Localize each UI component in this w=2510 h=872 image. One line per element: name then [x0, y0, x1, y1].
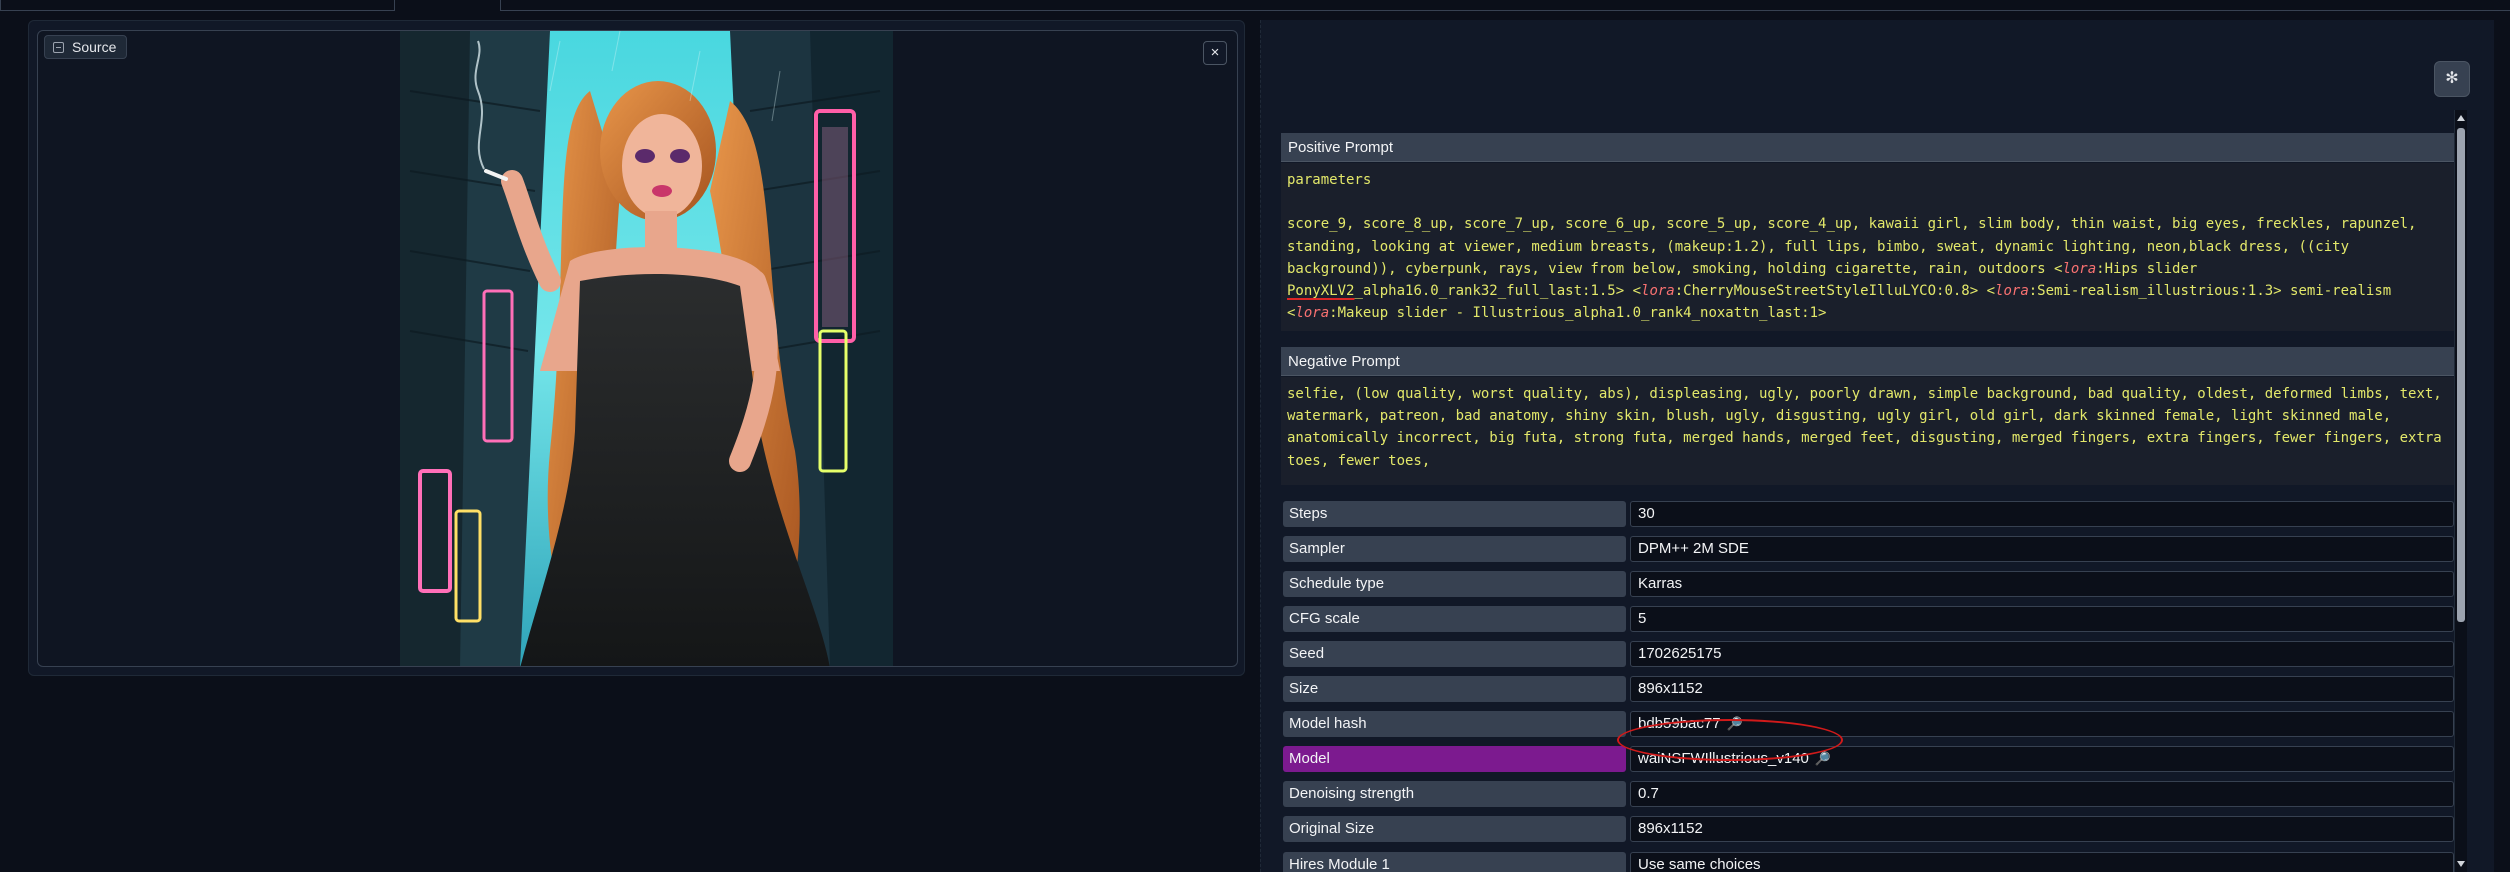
source-image: [400, 31, 893, 666]
source-image-box[interactable]: Source ×: [37, 30, 1238, 667]
top-tab-bar: [0, 0, 2510, 12]
search-icon[interactable]: 🔎: [1815, 747, 1831, 771]
image-icon: [53, 41, 64, 53]
param-row-original-size: Original Size 896x1152: [1281, 814, 2456, 844]
param-row-model: Model waiNSFWIllustrious_v140 🔎: [1281, 744, 2456, 774]
param-value[interactable]: 896x1152: [1630, 676, 2454, 702]
param-row-hires-module-1: Hires Module 1 Use same choices: [1281, 850, 2456, 872]
negative-prompt-text[interactable]: selfie, (low quality, worst quality, abs…: [1281, 377, 2456, 485]
source-label-text: Source: [72, 39, 117, 55]
param-row-size: Size 896x1152: [1281, 674, 2456, 704]
param-value-with-search[interactable]: waiNSFWIllustrious_v140 🔎: [1630, 746, 2454, 772]
param-value-with-search[interactable]: bdb59bac77 🔎: [1630, 711, 2454, 737]
param-row-schedule-type: Schedule type Karras: [1281, 569, 2456, 599]
tab-left[interactable]: [0, 0, 395, 11]
param-value[interactable]: 896x1152: [1630, 816, 2454, 842]
param-row-denoising-strength: Denoising strength 0.7: [1281, 779, 2456, 809]
scroll-down-arrow-icon[interactable]: [2457, 861, 2465, 867]
underlined-lora-name: PonyXLV2: [1287, 283, 1355, 300]
param-key: Steps: [1283, 501, 1626, 527]
scroll-up-arrow-icon[interactable]: [2457, 115, 2465, 121]
param-key: Schedule type: [1283, 571, 1626, 597]
param-value[interactable]: 5: [1630, 606, 2454, 632]
param-value[interactable]: Use same choices: [1630, 852, 2454, 872]
generation-info: Positive Prompt parameters score_9, scor…: [1281, 113, 2479, 872]
search-icon[interactable]: 🔎: [1727, 712, 1743, 736]
param-row-model-hash: Model hash bdb59bac77 🔎: [1281, 709, 2456, 739]
param-value[interactable]: DPM++ 2M SDE: [1630, 536, 2454, 562]
info-panel: ✻ Positive Prompt parameters score_9, sc…: [1260, 20, 2494, 872]
tab-right[interactable]: [500, 0, 2510, 11]
close-button[interactable]: ×: [1203, 41, 1227, 65]
param-value[interactable]: 0.7: [1630, 781, 2454, 807]
param-key: Sampler: [1283, 536, 1626, 562]
param-value[interactable]: 30: [1630, 501, 2454, 527]
param-value[interactable]: Karras: [1630, 571, 2454, 597]
param-row-steps: Steps 30: [1281, 499, 2456, 529]
param-key: Hires Module 1: [1283, 852, 1626, 872]
param-key: Model hash: [1283, 711, 1626, 737]
positive-prompt-header: Positive Prompt: [1281, 133, 2456, 162]
scrollbar[interactable]: [2454, 110, 2467, 872]
source-label: Source: [44, 35, 128, 59]
settings-button[interactable]: ✻: [2434, 61, 2470, 97]
param-key: Size: [1283, 676, 1626, 702]
param-key: Denoising strength: [1283, 781, 1626, 807]
param-key: Original Size: [1283, 816, 1626, 842]
param-value[interactable]: 1702625175: [1630, 641, 2454, 667]
source-panel: Source ×: [28, 20, 1245, 676]
param-key: Seed: [1283, 641, 1626, 667]
param-key: Model: [1283, 746, 1626, 772]
negative-prompt-header: Negative Prompt: [1281, 347, 2456, 376]
param-row-cfg-scale: CFG scale 5: [1281, 604, 2456, 634]
scroll-thumb[interactable]: [2457, 128, 2465, 622]
param-row-sampler: Sampler DPM++ 2M SDE: [1281, 534, 2456, 564]
gear-icon: ✻: [2445, 70, 2459, 87]
param-key: CFG scale: [1283, 606, 1626, 632]
positive-prompt-text[interactable]: parameters score_9, score_8_up, score_7_…: [1281, 163, 2456, 331]
param-row-seed: Seed 1702625175: [1281, 639, 2456, 669]
